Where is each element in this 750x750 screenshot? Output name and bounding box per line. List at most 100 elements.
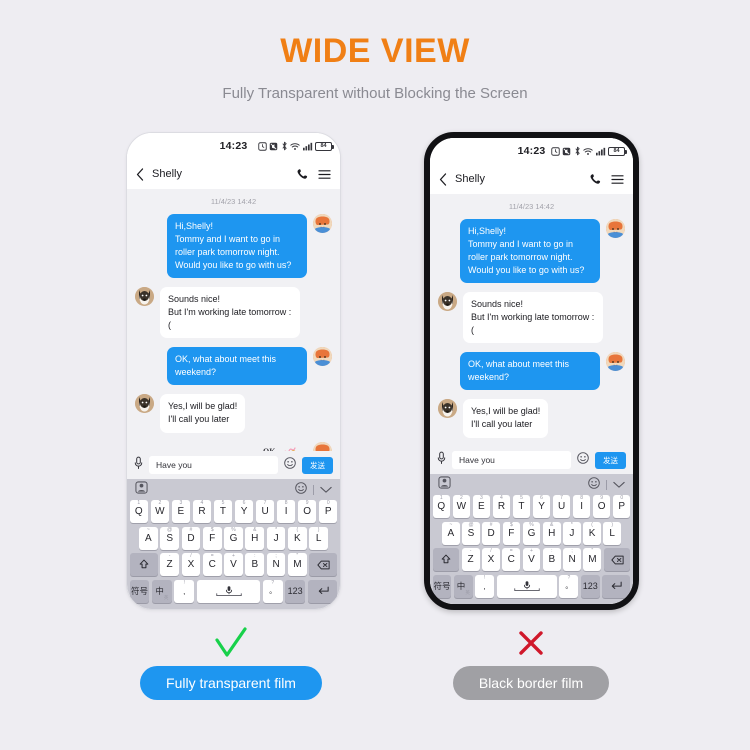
send-button[interactable]: 发送 (302, 456, 333, 474)
key-Z[interactable]: -Z (461, 548, 480, 571)
key-A[interactable]: ~ A (441, 521, 460, 545)
key-period[interactable]: ?。 (559, 574, 579, 598)
key-G[interactable]: % G (224, 526, 243, 550)
backspace-icon[interactable] (603, 548, 631, 571)
key-E[interactable]: 3E (171, 500, 191, 523)
key-O[interactable]: 9O (297, 500, 317, 523)
key-comma[interactable]: !, (174, 579, 195, 603)
key-B[interactable]: :B (542, 548, 561, 571)
message-text-input[interactable]: Have you (452, 451, 571, 469)
message-bubble[interactable]: Yes,I will be glad! I'll call you later (463, 399, 549, 438)
key-symbols[interactable]: 符号 (432, 574, 452, 598)
key-S[interactable]: @ S (160, 526, 180, 550)
key-O[interactable]: 9O (592, 495, 611, 518)
key-G[interactable]: % G (522, 521, 541, 545)
message-bubble[interactable]: Hi,Shelly! Tommy and I want to go in rol… (167, 214, 307, 279)
message-bubble[interactable]: OK, what about meet this weekend? (167, 347, 307, 386)
key-E[interactable]: 3E (472, 495, 491, 518)
key-numbers[interactable]: 123 (580, 574, 600, 598)
key-I[interactable]: 8I (276, 500, 296, 523)
key-F[interactable]: $ F (502, 521, 521, 545)
key-symbols[interactable]: 符号 (129, 579, 150, 603)
key-Y[interactable]: 6Y (532, 495, 551, 518)
key-M[interactable]: " M (287, 553, 307, 576)
send-button[interactable]: 发送 (595, 451, 626, 469)
key-R[interactable]: 4R (492, 495, 511, 518)
key-R[interactable]: 4R (192, 500, 212, 523)
back-chevron-left-icon[interactable] (136, 167, 144, 181)
key-language-toggle[interactable]: 中英 (151, 579, 172, 603)
key-F[interactable]: $ F (202, 526, 222, 550)
key-numbers[interactable]: 123 (285, 579, 306, 603)
key-I[interactable]: 8I (572, 495, 591, 518)
key-U[interactable]: 7U (552, 495, 571, 518)
key-K[interactable]: (K (583, 521, 601, 545)
key-L[interactable]: ) L (603, 521, 622, 545)
message-bubble[interactable]: Sounds nice! But I'm working late tomorr… (160, 287, 300, 339)
key-C[interactable]: = C (502, 548, 521, 571)
key-D[interactable]: # D (482, 521, 500, 545)
key-V[interactable]: + V (224, 553, 243, 576)
enter-arrow-icon[interactable] (602, 574, 631, 598)
chat-message-list[interactable]: 11/4/23 14:42 Hi,Shelly! Tommy and I wan… (430, 194, 633, 446)
emoji-smiley-icon[interactable] (295, 481, 307, 499)
key-L[interactable]: ) L (309, 526, 329, 550)
key-D[interactable]: # D (181, 526, 201, 550)
key-T[interactable]: 5T (213, 500, 233, 523)
key-period[interactable]: ?。 (262, 579, 283, 603)
key-space-with-microphone[interactable] (196, 579, 261, 603)
phone-call-icon[interactable] (297, 168, 309, 180)
key-M[interactable]: " M (583, 548, 602, 571)
key-W[interactable]: 2W (150, 500, 170, 523)
message-bubble[interactable]: OK, what about meet this weekend? (460, 352, 600, 391)
shift-arrow-icon[interactable] (432, 548, 460, 571)
back-chevron-left-icon[interactable] (439, 172, 447, 186)
key-K[interactable]: (K (287, 526, 307, 550)
backspace-icon[interactable] (309, 553, 338, 576)
sticker-pack-icon[interactable] (438, 475, 451, 494)
chevron-down-icon[interactable] (613, 476, 625, 494)
message-text-input[interactable]: Have you (149, 456, 278, 474)
emoji-smiley-icon[interactable] (577, 451, 589, 469)
key-T[interactable]: 5T (512, 495, 531, 518)
key-N[interactable]: ; N (266, 553, 286, 576)
key-H[interactable]: & H (245, 526, 265, 550)
chevron-down-icon[interactable] (320, 481, 332, 499)
sticker-pack-icon[interactable] (135, 480, 148, 499)
key-W[interactable]: 2W (452, 495, 471, 518)
key-X[interactable]: / X (482, 548, 500, 571)
hamburger-menu-icon[interactable] (318, 169, 331, 180)
key-C[interactable]: = C (202, 553, 222, 576)
key-S[interactable]: @ S (462, 521, 480, 545)
message-bubble[interactable]: Sounds nice! But I'm working late tomorr… (463, 292, 603, 344)
key-J[interactable]: * J (266, 526, 286, 550)
ok-gesture-sticker[interactable]: OK (263, 442, 307, 451)
message-bubble[interactable]: Hi,Shelly! Tommy and I want to go in rol… (460, 219, 600, 284)
key-Z[interactable]: -Z (160, 553, 179, 576)
hamburger-menu-icon[interactable] (611, 174, 624, 185)
key-V[interactable]: + V (522, 548, 541, 571)
key-B[interactable]: :B (245, 553, 265, 576)
key-space-with-microphone[interactable] (496, 574, 557, 598)
key-Y[interactable]: 6Y (234, 500, 254, 523)
emoji-smiley-icon[interactable] (588, 476, 600, 494)
microphone-icon[interactable] (134, 456, 143, 475)
chat-message-list[interactable]: 11/4/23 14:42 Hi,Shelly! Tommy and I wan… (127, 189, 340, 451)
key-N[interactable]: ; N (563, 548, 581, 571)
key-H[interactable]: & H (542, 521, 561, 545)
emoji-smiley-icon[interactable] (284, 456, 296, 474)
key-P[interactable]: 0P (612, 495, 631, 518)
key-comma[interactable]: !, (475, 574, 495, 598)
key-language-toggle[interactable]: 中英 (453, 574, 473, 598)
key-A[interactable]: ~ A (138, 526, 158, 550)
microphone-icon[interactable] (437, 451, 446, 470)
key-U[interactable]: 7U (255, 500, 275, 523)
key-X[interactable]: / X (181, 553, 201, 576)
phone-call-icon[interactable] (590, 173, 602, 185)
shift-arrow-icon[interactable] (129, 553, 158, 576)
key-Q[interactable]: 1Q (129, 500, 149, 523)
enter-arrow-icon[interactable] (307, 579, 338, 603)
message-bubble[interactable]: Yes,I will be glad! I'll call you later (160, 394, 246, 433)
key-P[interactable]: 0P (318, 500, 338, 523)
key-Q[interactable]: 1Q (432, 495, 451, 518)
